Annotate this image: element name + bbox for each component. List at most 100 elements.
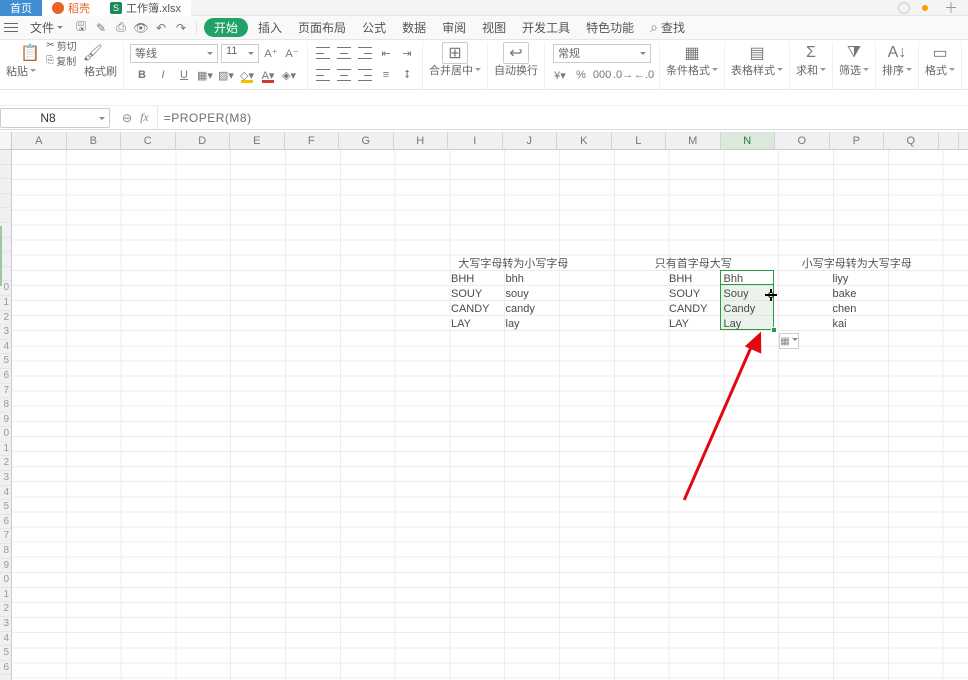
align-center-icon[interactable]: [335, 66, 353, 84]
row-header-12[interactable]: 2: [0, 311, 11, 326]
formula-input[interactable]: =PROPER(M8): [157, 106, 968, 129]
indent-inc-icon[interactable]: ⇥: [398, 44, 416, 62]
row-header-17[interactable]: 7: [0, 384, 11, 399]
row-header-22[interactable]: 2: [0, 456, 11, 471]
merge-label[interactable]: 合并居中: [429, 65, 481, 77]
name-box[interactable]: N8: [0, 108, 110, 128]
row-header-16[interactable]: 6: [0, 369, 11, 384]
format-icon[interactable]: ▭: [927, 42, 953, 64]
undo-icon[interactable]: ↶: [153, 20, 169, 36]
col-header-D[interactable]: D: [176, 132, 231, 149]
filter-icon[interactable]: ⧩: [841, 42, 867, 64]
format-painter-icon[interactable]: 🖌: [80, 42, 106, 64]
row-header-14[interactable]: 4: [0, 340, 11, 355]
cell-I9[interactable]: BHH: [451, 272, 474, 286]
row-header-11[interactable]: 1: [0, 296, 11, 311]
cell-J11[interactable]: candy: [506, 302, 535, 316]
row-header-4[interactable]: [0, 194, 11, 209]
cell-N11[interactable]: Candy: [724, 302, 756, 316]
row-header-19[interactable]: 9: [0, 413, 11, 428]
dec-inc-icon[interactable]: .0→: [614, 66, 632, 84]
number-format-select[interactable]: 常规: [553, 44, 651, 63]
cell-J10[interactable]: souy: [506, 287, 529, 301]
cell-P10[interactable]: bake: [833, 287, 857, 301]
row-header-29[interactable]: 9: [0, 559, 11, 574]
row-header-21[interactable]: 1: [0, 442, 11, 457]
tblstyle-label[interactable]: 表格样式: [731, 65, 783, 77]
sort-label[interactable]: 排序: [882, 65, 912, 77]
font-family-select[interactable]: 等线: [130, 44, 218, 63]
sort-icon[interactable]: A↓: [884, 42, 910, 64]
row-header-31[interactable]: 1: [0, 588, 11, 603]
theme-icon[interactable]: [898, 2, 910, 14]
menu-formula[interactable]: 公式: [356, 19, 392, 36]
cell-I12[interactable]: LAY: [451, 317, 471, 331]
align-right-icon[interactable]: [356, 66, 374, 84]
col-header-L[interactable]: L: [612, 132, 667, 149]
fx-icon[interactable]: fx: [140, 110, 149, 125]
paste-label[interactable]: 粘贴: [6, 66, 36, 78]
indent-dec-icon[interactable]: ⇤: [377, 44, 395, 62]
cell-N10[interactable]: Souy: [724, 287, 749, 301]
cell-I10[interactable]: SOUY: [451, 287, 482, 301]
cut-button[interactable]: ✂ 剪切: [46, 40, 76, 53]
cell-J9[interactable]: bhh: [506, 272, 524, 286]
col-header-B[interactable]: B: [67, 132, 122, 149]
menu-special[interactable]: 特色功能: [580, 19, 640, 36]
col-header-J[interactable]: J: [503, 132, 558, 149]
cell-P12[interactable]: kai: [833, 317, 847, 331]
clear-format-button[interactable]: ◈▾: [280, 66, 298, 84]
menu-data[interactable]: 数据: [396, 19, 432, 36]
sum-icon[interactable]: Σ: [798, 42, 824, 64]
menu-insert[interactable]: 插入: [252, 19, 288, 36]
row-header-20[interactable]: 0: [0, 427, 11, 442]
fill-color-button[interactable]: ◇▾: [238, 66, 256, 84]
row-header-32[interactable]: 2: [0, 602, 11, 617]
condfmt-icon[interactable]: ▦: [679, 42, 705, 64]
menu-start[interactable]: 开始: [204, 18, 248, 37]
menu-pagelayout[interactable]: 页面布局: [292, 19, 352, 36]
col-header-F[interactable]: F: [285, 132, 340, 149]
row-header-13[interactable]: 3: [0, 325, 11, 340]
col-header-M[interactable]: M: [666, 132, 721, 149]
row-header-15[interactable]: 5: [0, 354, 11, 369]
row-header-3[interactable]: [0, 179, 11, 194]
cell-P9[interactable]: liyy: [833, 272, 849, 286]
row-header-35[interactable]: 5: [0, 646, 11, 661]
saveas-icon[interactable]: ✎: [93, 20, 109, 36]
wrap-icon[interactable]: ↩: [503, 42, 529, 64]
comma-icon[interactable]: 000: [593, 66, 611, 84]
fill-pattern-button[interactable]: ▧▾: [217, 66, 235, 84]
tab-workbook[interactable]: S 工作簿.xlsx: [100, 0, 191, 16]
cell-M11[interactable]: CANDY: [669, 302, 708, 316]
cell-N9[interactable]: Bhh: [724, 272, 744, 286]
cell-M9[interactable]: BHH: [669, 272, 692, 286]
menu-file[interactable]: 文件: [24, 19, 69, 36]
row-header-27[interactable]: 7: [0, 529, 11, 544]
row-header-2[interactable]: [0, 165, 11, 180]
border-button[interactable]: ▦▾: [196, 66, 214, 84]
hamburger-icon[interactable]: [4, 22, 18, 34]
col-header-I[interactable]: I: [448, 132, 503, 149]
preview-icon[interactable]: 👁: [133, 20, 149, 36]
row-header-24[interactable]: 4: [0, 486, 11, 501]
col-header-N[interactable]: N: [721, 132, 776, 149]
col-header-P[interactable]: P: [830, 132, 885, 149]
select-all-corner[interactable]: [0, 132, 12, 149]
sum-label[interactable]: 求和: [796, 65, 826, 77]
tblstyle-icon[interactable]: ▤: [744, 42, 770, 64]
menu-review[interactable]: 审阅: [436, 19, 472, 36]
col-header-H[interactable]: H: [394, 132, 449, 149]
cell-J12[interactable]: lay: [506, 317, 520, 331]
underline-button[interactable]: U: [175, 66, 193, 84]
increase-font-icon[interactable]: A⁺: [262, 44, 280, 62]
row-header-1[interactable]: [0, 150, 11, 165]
row-header-33[interactable]: 3: [0, 617, 11, 632]
row-header-25[interactable]: 5: [0, 500, 11, 515]
col-header-C[interactable]: C: [121, 132, 176, 149]
percent-icon[interactable]: %: [572, 66, 590, 84]
col-header-E[interactable]: E: [230, 132, 285, 149]
menu-dev[interactable]: 开发工具: [516, 19, 576, 36]
cell-I11[interactable]: CANDY: [451, 302, 490, 316]
align-middle-icon[interactable]: [335, 44, 353, 62]
